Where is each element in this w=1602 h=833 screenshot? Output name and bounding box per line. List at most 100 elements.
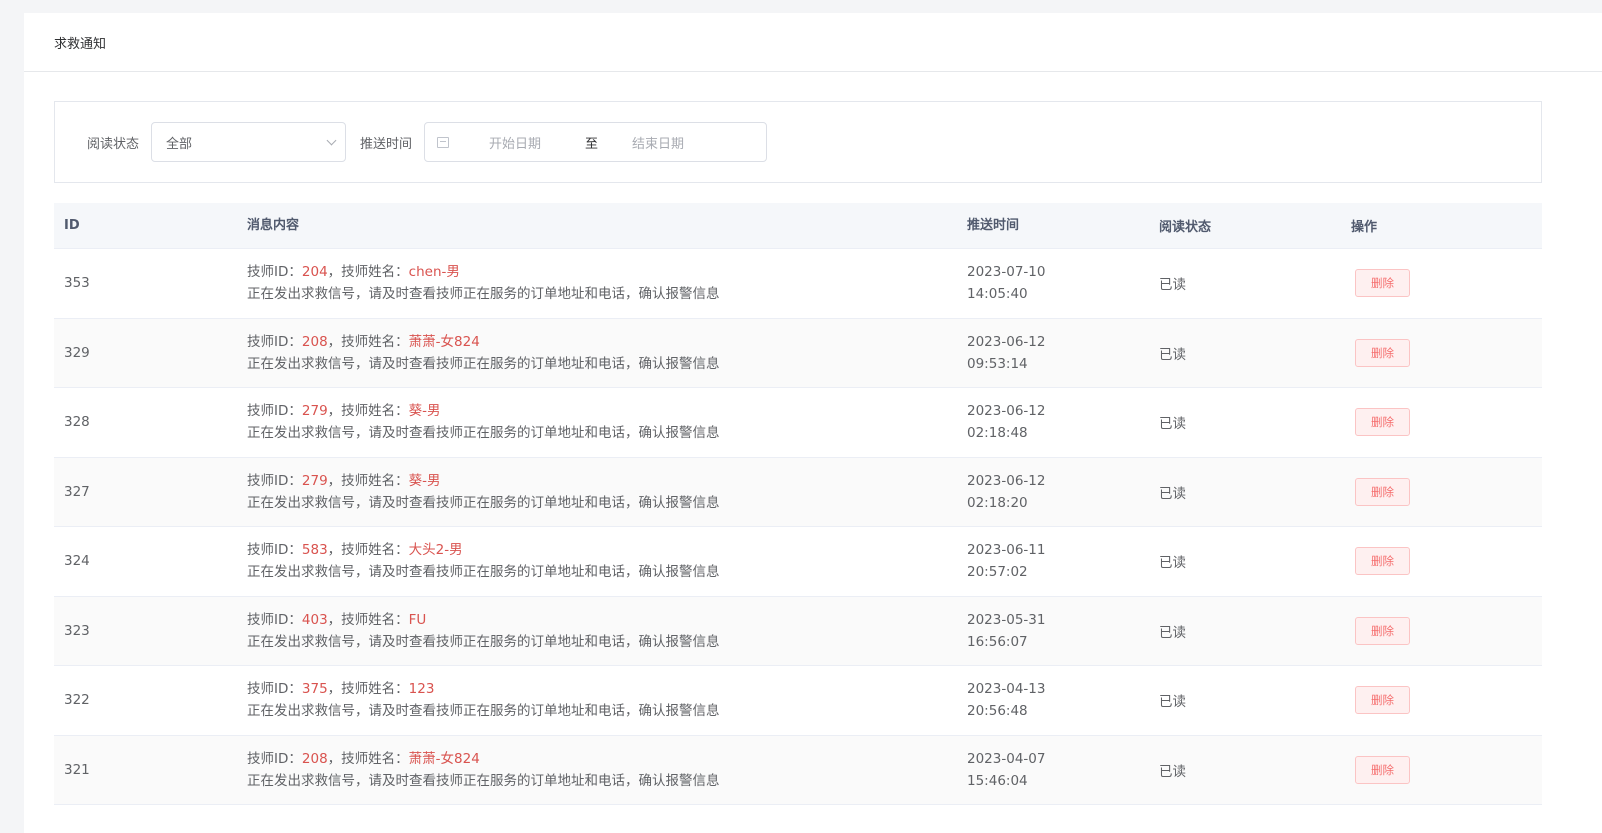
delete-button[interactable]: 删除 (1355, 269, 1410, 298)
push-date: 2023-06-12 (967, 472, 1046, 489)
message-line-2: 正在发出求救信号，请及时查看技师正在服务的订单地址和电话，确认报警信息 (247, 703, 720, 720)
tech-id: 375 (301, 681, 328, 698)
msg-mid-name: ，技师姓名： (327, 472, 409, 489)
delete-button[interactable]: 删除 (1355, 547, 1410, 576)
tech-id: 204 (301, 264, 328, 281)
push-date: 2023-06-12 (967, 403, 1046, 420)
row-push-time: 2023-04-13 20:56:48 (967, 678, 1159, 722)
message-line-1: 技师ID：279，技师姓名：葵-男 (247, 400, 967, 422)
row-read-status: 已读 (1159, 763, 1186, 780)
chevron-down-icon (326, 135, 337, 145)
push-date: 2023-06-12 (967, 333, 1046, 350)
row-push-time: 2023-06-11 20:57:02 (967, 539, 1159, 583)
delete-button[interactable]: 删除 (1355, 408, 1410, 437)
tech-id: 208 (301, 333, 328, 350)
table-row: 321 技师ID：208，技师姓名：萧萧-女824 正在发出求救信号，请及时查看技师… (54, 735, 1542, 805)
msg-mid-name: ，技师姓名： (327, 264, 409, 281)
date-range-picker[interactable]: 开始日期 至 结束日期 (424, 122, 768, 162)
msg-prefix-id: 技师ID： (247, 472, 302, 489)
row-push-time: 2023-06-12 02:18:20 (967, 470, 1159, 514)
tech-id: 279 (301, 403, 328, 420)
msg-mid-name: ，技师姓名： (327, 750, 409, 767)
push-clock: 02:18:48 (967, 425, 1028, 442)
push-date: 2023-04-07 (967, 750, 1046, 767)
push-clock: 16:56:07 (967, 633, 1028, 650)
msg-prefix-id: 技师ID： (247, 403, 302, 420)
msg-prefix-id: 技师ID： (247, 264, 302, 281)
read-status-select[interactable]: 全部 (151, 122, 347, 162)
tech-id: 208 (301, 750, 328, 767)
row-read-status: 已读 (1159, 624, 1186, 641)
message-line-2: 正在发出求救信号，请及时查看技师正在服务的订单地址和电话，确认报警信息 (247, 494, 720, 511)
push-clock: 14:05:40 (967, 286, 1028, 303)
row-read-status: 已读 (1159, 485, 1186, 502)
row-id: 353 (64, 275, 90, 292)
tech-id: 583 (301, 542, 328, 559)
start-date-input[interactable]: 开始日期 (489, 133, 573, 152)
row-id: 327 (64, 483, 90, 500)
header-status: 阅读状态 (1159, 220, 1212, 235)
row-push-time: 2023-06-12 09:53:14 (967, 331, 1159, 375)
row-read-status: 已读 (1159, 346, 1186, 363)
message-line-1: 技师ID：204，技师姓名：chen-男 (247, 261, 967, 283)
delete-button[interactable]: 删除 (1355, 686, 1410, 715)
row-id: 321 (64, 761, 90, 778)
row-actions: 删除 (1351, 686, 1542, 715)
message-line-1: 技师ID：279，技师姓名：葵-男 (247, 470, 967, 492)
row-read-status: 已读 (1159, 555, 1186, 572)
notification-table: ID 消息内容 推送时间 阅读状态 操作 353 技师ID：204，技师姓名：ch… (54, 203, 1542, 805)
page-title: 求救通知 (24, 13, 1602, 72)
push-date: 2023-06-11 (967, 542, 1046, 559)
header-time: 推送时间 (967, 217, 1020, 233)
table-header: ID 消息内容 推送时间 阅读状态 操作 (54, 203, 1542, 249)
filter-panel: 阅读状态 全部 推送时间 开始日期 至 结束日期 (54, 101, 1542, 183)
tech-name: 萧萧-女824 (408, 333, 480, 350)
tech-id: 403 (301, 611, 328, 628)
row-id: 329 (64, 344, 90, 361)
message-line-2: 正在发出求救信号，请及时查看技师正在服务的订单地址和电话，确认报警信息 (247, 286, 720, 303)
message-line-2: 正在发出求救信号，请及时查看技师正在服务的订单地址和电话，确认报警信息 (247, 564, 720, 581)
delete-button[interactable]: 删除 (1355, 755, 1410, 784)
row-message: 技师ID：583，技师姓名：大头2-男正在发出求救信号，请及时查看技师正在服务的… (247, 539, 967, 583)
row-push-time: 2023-05-31 16:56:07 (967, 609, 1159, 653)
row-id: 322 (64, 692, 90, 709)
push-time-label: 推送时间 (360, 136, 413, 152)
row-message: 技师ID：208，技师姓名：萧萧-女824 正在发出求救信号，请及时查看技师正在服… (247, 331, 967, 375)
delete-button[interactable]: 删除 (1355, 616, 1410, 645)
header-id: ID (64, 218, 80, 233)
row-message: 技师ID：279，技师姓名：葵-男正在发出求救信号，请及时查看技师正在服务的订单… (247, 470, 967, 514)
msg-mid-name: ，技师姓名： (327, 611, 409, 628)
table-row: 328 技师ID：279，技师姓名：葵-男正在发出求救信号，请及时查看技师正在服务… (54, 388, 1542, 458)
delete-button[interactable]: 删除 (1355, 338, 1410, 367)
row-push-time: 2023-04-07 15:46:04 (967, 748, 1159, 792)
tech-id: 279 (301, 472, 328, 489)
push-date: 2023-05-31 (967, 611, 1046, 628)
push-clock: 20:56:48 (967, 703, 1028, 720)
message-line-1: 技师ID：583，技师姓名：大头2-男 (247, 539, 967, 561)
header-action: 操作 (1351, 220, 1378, 235)
table-row: 353 技师ID：204，技师姓名：chen-男正在发出求救信号，请及时查看技师正… (54, 249, 1542, 319)
row-message: 技师ID：204，技师姓名：chen-男正在发出求救信号，请及时查看技师正在服务… (247, 261, 967, 305)
row-actions: 删除 (1351, 408, 1542, 437)
push-clock: 20:57:02 (967, 564, 1028, 581)
message-line-2: 正在发出求救信号，请及时查看技师正在服务的订单地址和电话，确认报警信息 (247, 633, 720, 650)
row-id: 324 (64, 553, 90, 570)
table-row: 329 技师ID：208，技师姓名：萧萧-女824 正在发出求救信号，请及时查看技师… (54, 318, 1542, 388)
row-id: 323 (64, 622, 90, 639)
end-date-input[interactable]: 结束日期 (632, 133, 716, 152)
read-status-value: 全部 (166, 136, 193, 152)
message-line-2: 正在发出求救信号，请及时查看技师正在服务的订单地址和电话，确认报警信息 (247, 425, 720, 442)
tech-name: 大头2-男 (408, 542, 463, 559)
row-message: 技师ID：375，技师姓名：123 正在发出求救信号，请及时查看技师正在服务的订单… (247, 678, 967, 722)
delete-button[interactable]: 删除 (1355, 477, 1410, 506)
row-push-time: 2023-06-12 02:18:48 (967, 400, 1159, 444)
message-line-2: 正在发出求救信号，请及时查看技师正在服务的订单地址和电话，确认报警信息 (247, 772, 720, 789)
msg-prefix-id: 技师ID： (247, 611, 302, 628)
row-id: 328 (64, 414, 90, 431)
message-line-1: 技师ID：208，技师姓名：萧萧-女824 (247, 331, 967, 353)
tech-name: 葵-男 (408, 403, 441, 420)
push-clock: 15:46:04 (967, 772, 1028, 789)
table-row: 324 技师ID：583，技师姓名：大头2-男正在发出求救信号，请及时查看技师正在… (54, 527, 1542, 597)
msg-prefix-id: 技师ID： (247, 333, 302, 350)
row-read-status: 已读 (1159, 277, 1186, 294)
